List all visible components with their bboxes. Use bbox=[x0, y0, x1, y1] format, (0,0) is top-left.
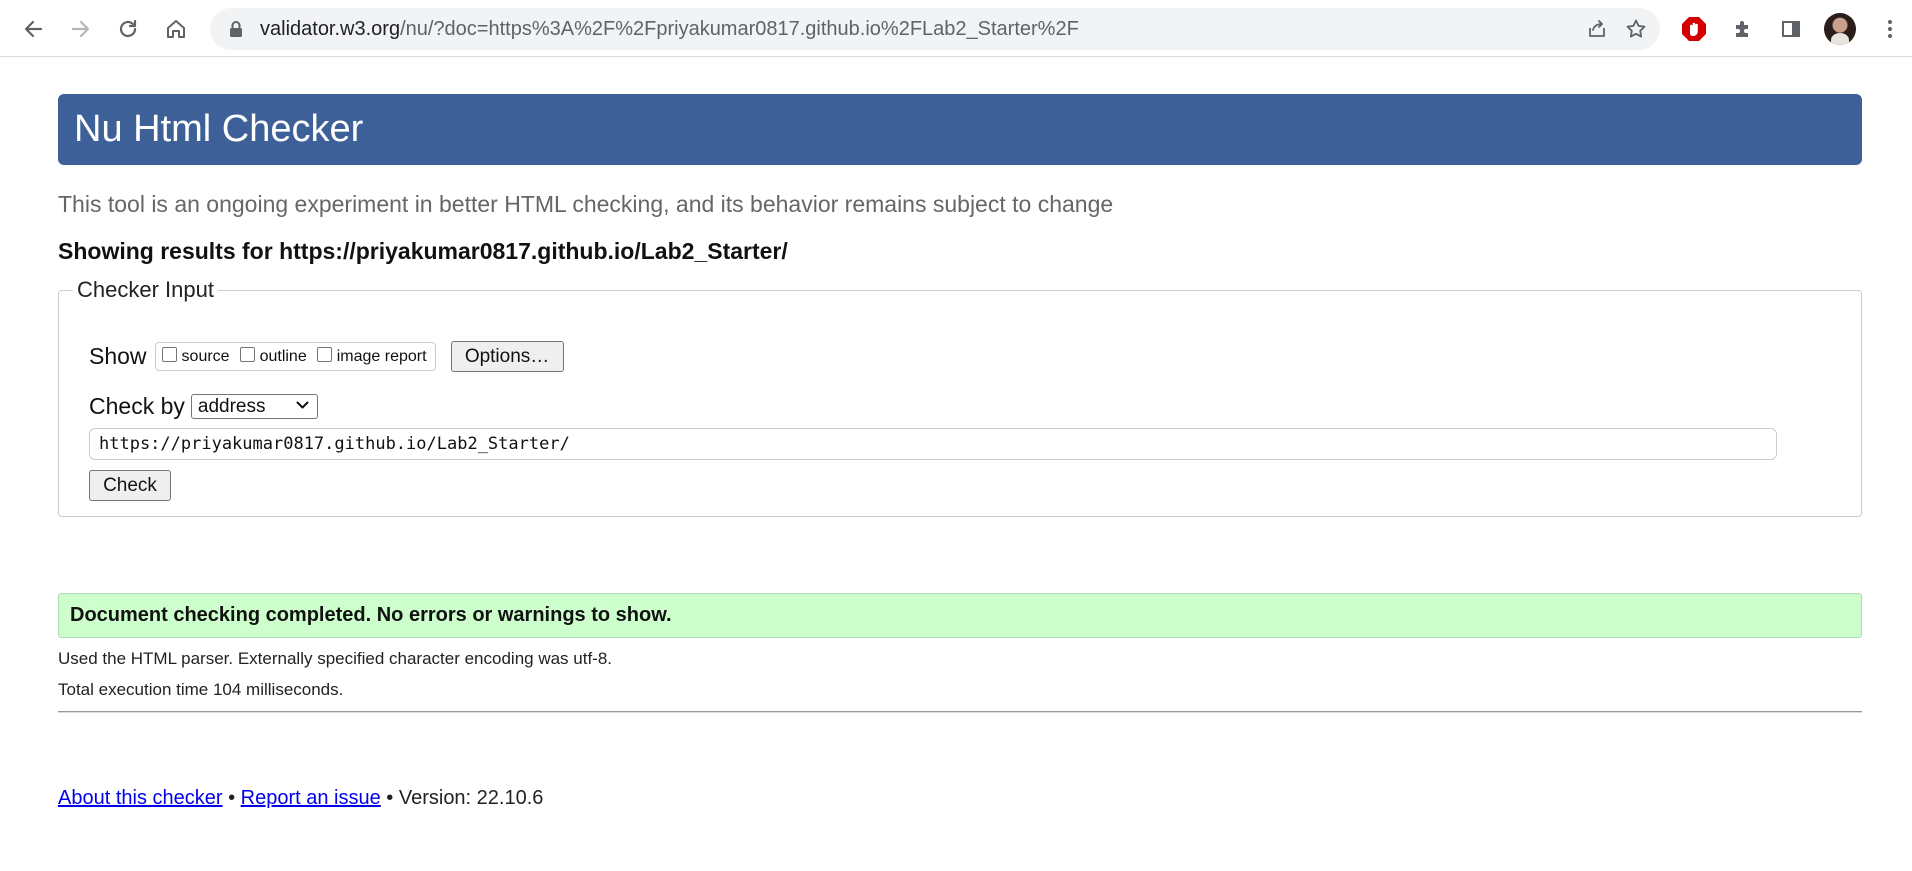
adblock-icon bbox=[1682, 17, 1706, 41]
check-by-row: Check by address bbox=[89, 393, 318, 420]
forward-button[interactable] bbox=[65, 13, 97, 45]
execution-time: Total execution time 104 milliseconds. bbox=[58, 680, 344, 699]
success-message: Document checking completed. No errors o… bbox=[58, 593, 1862, 638]
lock-icon[interactable] bbox=[228, 20, 244, 38]
home-button[interactable] bbox=[160, 13, 192, 45]
check-by-select[interactable]: address bbox=[190, 394, 318, 419]
url-host: validator.w3.org bbox=[260, 18, 401, 40]
header-banner: Nu Html Checker bbox=[58, 94, 1862, 165]
check-by-value: address bbox=[197, 396, 266, 417]
divider bbox=[58, 711, 1862, 713]
back-icon bbox=[24, 20, 43, 38]
side-panel-icon bbox=[1782, 21, 1800, 37]
page-title: Nu Html Checker bbox=[74, 108, 364, 150]
url-text[interactable]: validator.w3.org/nu/?doc=https%3A%2F%2Fp… bbox=[260, 8, 1079, 50]
report-issue-link[interactable]: Report an issue bbox=[241, 787, 381, 809]
image-report-label: image report bbox=[336, 347, 427, 365]
option-image-report[interactable]: image report bbox=[316, 347, 427, 366]
forward-icon bbox=[71, 20, 90, 38]
menu-dots-icon bbox=[1888, 20, 1892, 38]
show-options-group: source outline image report bbox=[154, 342, 436, 371]
bookmark-star-icon[interactable] bbox=[1625, 18, 1647, 40]
checker-input-legend: Checker Input bbox=[77, 277, 214, 302]
footer: About this checker • Report an issue • V… bbox=[58, 787, 543, 810]
home-icon bbox=[167, 20, 185, 38]
browser-menu-button[interactable] bbox=[1874, 13, 1906, 45]
check-button[interactable]: Check bbox=[89, 470, 171, 501]
url-path: /nu/?doc=https%3A%2F%2Fpriyakumar0817.gi… bbox=[400, 18, 1079, 40]
about-checker-link[interactable]: About this checker bbox=[58, 787, 223, 809]
side-panel-button[interactable] bbox=[1775, 13, 1807, 45]
source-checkbox[interactable] bbox=[161, 347, 177, 362]
checker-input-fieldset: Checker Input Show source outline image … bbox=[58, 277, 1862, 517]
results-heading: Showing results for https://priyakumar08… bbox=[58, 238, 788, 264]
profile-avatar[interactable] bbox=[1824, 13, 1856, 45]
parser-info: Used the HTML parser. Externally specifi… bbox=[58, 649, 613, 668]
reload-icon bbox=[119, 19, 137, 38]
option-outline[interactable]: outline bbox=[239, 347, 307, 366]
source-label: source bbox=[181, 347, 230, 365]
chevron-down-icon bbox=[296, 401, 309, 409]
show-options-row: Show source outline image report Options… bbox=[89, 341, 564, 372]
image-report-checkbox[interactable] bbox=[316, 347, 332, 362]
browser-toolbar: validator.w3.org/nu/?doc=https%3A%2F%2Fp… bbox=[0, 0, 1912, 57]
adblock-extension-button[interactable] bbox=[1678, 13, 1710, 45]
reload-button[interactable] bbox=[112, 13, 144, 45]
check-by-label: Check by bbox=[89, 393, 185, 419]
tool-description: This tool is an ongoing experiment in be… bbox=[58, 191, 1114, 217]
document-url-input[interactable]: https://priyakumar0817.github.io/Lab2_St… bbox=[89, 428, 1777, 460]
outline-checkbox[interactable] bbox=[239, 347, 255, 362]
back-button[interactable] bbox=[17, 13, 49, 45]
version-text: • Version: 22.10.6 bbox=[380, 787, 544, 809]
page-content: Nu Html Checker This tool is an ongoing … bbox=[0, 57, 1912, 871]
options-button[interactable]: Options… bbox=[450, 341, 564, 372]
share-icon[interactable] bbox=[1586, 18, 1608, 40]
show-label: Show bbox=[89, 343, 147, 369]
footer-separator: • bbox=[222, 787, 241, 809]
extensions-button[interactable] bbox=[1727, 13, 1759, 45]
option-source[interactable]: source bbox=[161, 347, 230, 366]
address-bar[interactable]: validator.w3.org/nu/?doc=https%3A%2F%2Fp… bbox=[210, 8, 1660, 50]
outline-label: outline bbox=[259, 347, 307, 365]
extensions-icon bbox=[1736, 21, 1748, 37]
